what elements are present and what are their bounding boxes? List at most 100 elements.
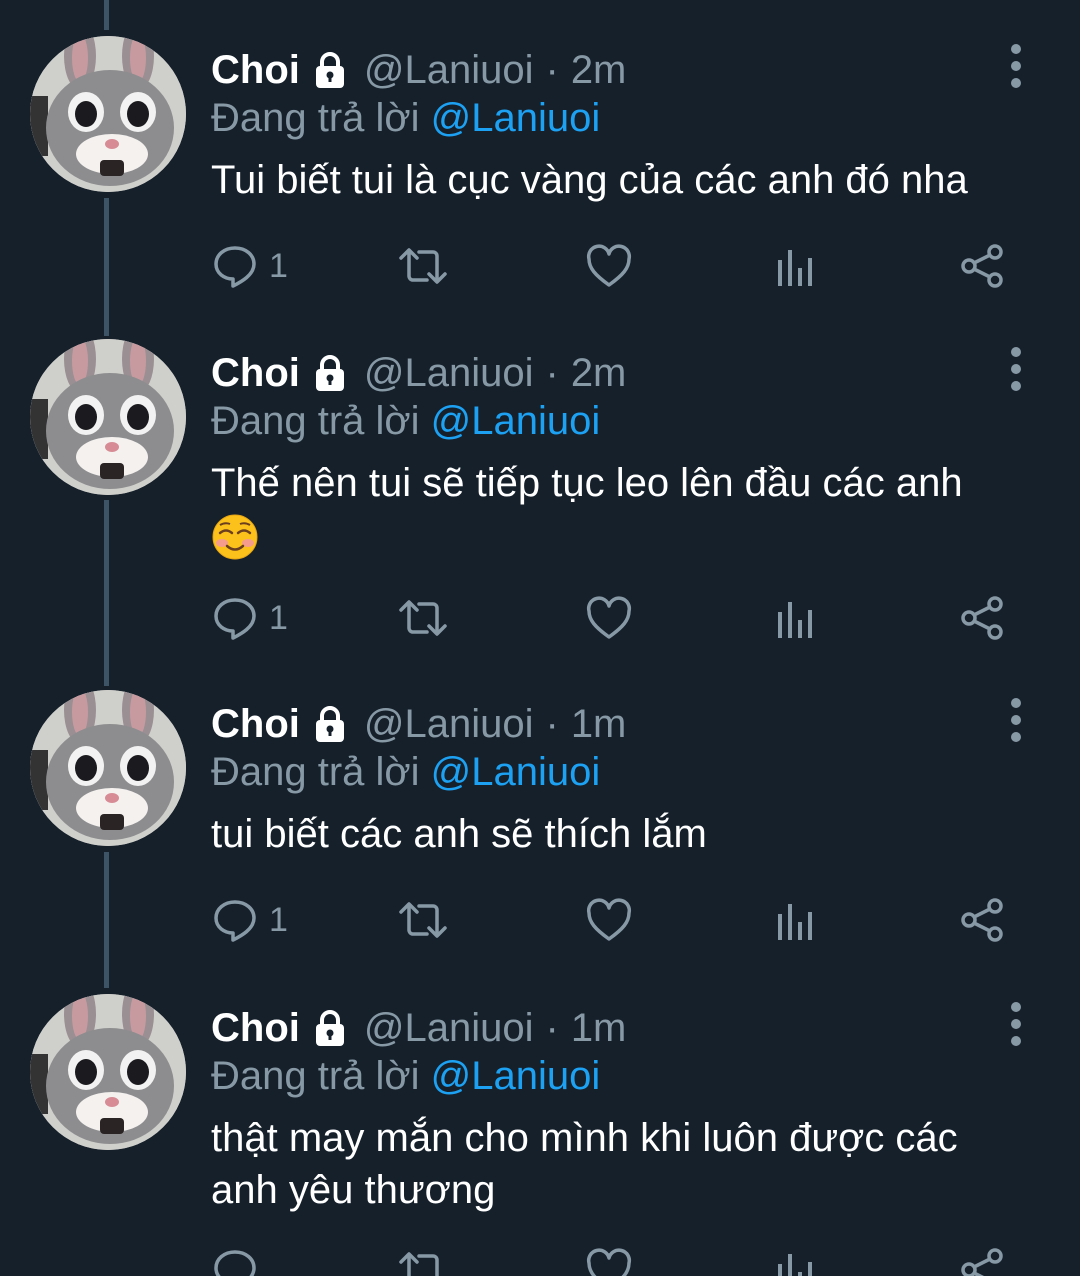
replying-to-mention[interactable]: @Laniuoi <box>431 399 601 443</box>
like-button[interactable] <box>585 1246 633 1276</box>
separator: · <box>545 47 559 92</box>
tweet-text: Thế nên tui sẽ tiếp tục leo lên đầu các … <box>211 461 963 505</box>
lock-icon <box>310 704 350 744</box>
reply-icon <box>211 1246 259 1276</box>
reply-button[interactable] <box>211 1246 269 1276</box>
lock-icon <box>310 1008 350 1048</box>
analytics-button[interactable] <box>775 896 815 944</box>
tweet-text: tui biết các anh sẽ thích lắm <box>211 812 707 856</box>
avatar[interactable] <box>30 690 186 846</box>
display-name[interactable]: Choi <box>211 1006 300 1051</box>
analytics-button[interactable] <box>775 1246 815 1276</box>
like-button[interactable] <box>585 242 633 290</box>
retweet-button[interactable] <box>397 1246 449 1276</box>
replying-to-mention[interactable]: @Laniuoi <box>431 750 601 794</box>
analytics-icon <box>775 896 815 944</box>
timestamp[interactable]: 1m <box>571 1006 627 1051</box>
lock-icon <box>310 353 350 393</box>
reply-button[interactable]: 1 <box>211 896 288 944</box>
heart-icon <box>585 242 633 290</box>
analytics-button[interactable] <box>775 242 815 290</box>
separator: · <box>545 701 559 746</box>
reply-count: 1 <box>269 246 288 285</box>
action-bar: 1 <box>211 242 1031 290</box>
analytics-icon <box>775 1246 815 1276</box>
replying-to: Đang trả lời @Laniuoi <box>211 1054 600 1099</box>
analytics-button[interactable] <box>775 594 815 642</box>
tweet[interactable]: Choi @Laniuoi · 2m Đang trả lời @Laniuoi… <box>0 303 1080 653</box>
separator: · <box>545 1005 559 1050</box>
tweet-text: thật may mắn cho mình khi luôn được các … <box>211 1116 958 1212</box>
tweet[interactable]: Choi @Laniuoi · 1m Đang trả lời @Laniuoi… <box>0 958 1080 1276</box>
smiling-face-icon <box>211 513 259 561</box>
retweet-icon <box>397 1246 449 1276</box>
timestamp[interactable]: 1m <box>571 702 627 747</box>
reply-icon <box>211 242 259 290</box>
replying-to-label: Đang trả lời <box>211 750 420 794</box>
timestamp[interactable]: 2m <box>571 48 627 93</box>
reply-button[interactable]: 1 <box>211 594 288 642</box>
display-name[interactable]: Choi <box>211 702 300 747</box>
username[interactable]: @Laniuoi <box>364 351 534 396</box>
analytics-icon <box>775 242 815 290</box>
retweet-button[interactable] <box>397 594 449 642</box>
replying-to: Đang trả lời @Laniuoi <box>211 750 600 795</box>
share-button[interactable] <box>959 594 1007 642</box>
reply-count: 1 <box>269 598 288 637</box>
replying-to-mention[interactable]: @Laniuoi <box>431 1054 601 1098</box>
replying-to-label: Đang trả lời <box>211 96 420 140</box>
replying-to: Đang trả lời @Laniuoi <box>211 96 600 141</box>
like-button[interactable] <box>585 896 633 944</box>
heart-icon <box>585 594 633 642</box>
reply-button[interactable]: 1 <box>211 242 288 290</box>
share-icon <box>959 594 1007 642</box>
avatar[interactable] <box>30 339 186 495</box>
share-button[interactable] <box>959 242 1007 290</box>
avatar[interactable] <box>30 36 186 192</box>
action-bar: 1 <box>211 896 1031 944</box>
tweet[interactable]: Choi @Laniuoi · 1m Đang trả lời @Laniuoi… <box>0 654 1080 956</box>
share-button[interactable] <box>959 896 1007 944</box>
replying-to-label: Đang trả lời <box>211 399 420 443</box>
heart-icon <box>585 896 633 944</box>
heart-icon <box>585 1246 633 1276</box>
reply-icon <box>211 594 259 642</box>
retweet-icon <box>397 594 449 642</box>
reply-icon <box>211 896 259 944</box>
replying-to: Đang trả lời @Laniuoi <box>211 399 600 444</box>
tweet[interactable]: Choi @Laniuoi · 2m Đang trả lời @Laniuoi… <box>0 0 1080 302</box>
share-icon <box>959 1246 1007 1276</box>
tweet-header: Choi @Laniuoi · 2m <box>211 347 626 399</box>
reply-count: 1 <box>269 900 288 939</box>
tweet-header: Choi @Laniuoi · 1m <box>211 1002 626 1054</box>
tweet-text: Tui biết tui là cục vàng của các anh đó … <box>211 158 968 202</box>
retweet-icon <box>397 896 449 944</box>
more-vertical-icon[interactable] <box>1002 1002 1030 1046</box>
like-button[interactable] <box>585 594 633 642</box>
analytics-icon <box>775 594 815 642</box>
username[interactable]: @Laniuoi <box>364 1006 534 1051</box>
username[interactable]: @Laniuoi <box>364 702 534 747</box>
lock-icon <box>310 50 350 90</box>
display-name[interactable]: Choi <box>211 48 300 93</box>
timestamp[interactable]: 2m <box>571 351 627 396</box>
retweet-button[interactable] <box>397 896 449 944</box>
action-bar <box>211 1246 1031 1276</box>
more-vertical-icon[interactable] <box>1002 44 1030 88</box>
more-vertical-icon[interactable] <box>1002 347 1030 391</box>
more-vertical-icon[interactable] <box>1002 698 1030 742</box>
display-name[interactable]: Choi <box>211 351 300 396</box>
tweet-header: Choi @Laniuoi · 1m <box>211 698 626 750</box>
action-bar: 1 <box>211 594 1031 642</box>
replying-to-mention[interactable]: @Laniuoi <box>431 96 601 140</box>
replying-to-label: Đang trả lời <box>211 1054 420 1098</box>
retweet-icon <box>397 242 449 290</box>
retweet-button[interactable] <box>397 242 449 290</box>
share-icon <box>959 896 1007 944</box>
avatar[interactable] <box>30 994 186 1150</box>
tweet-header: Choi @Laniuoi · 2m <box>211 44 626 96</box>
separator: · <box>545 350 559 395</box>
share-icon <box>959 242 1007 290</box>
share-button[interactable] <box>959 1246 1007 1276</box>
username[interactable]: @Laniuoi <box>364 48 534 93</box>
